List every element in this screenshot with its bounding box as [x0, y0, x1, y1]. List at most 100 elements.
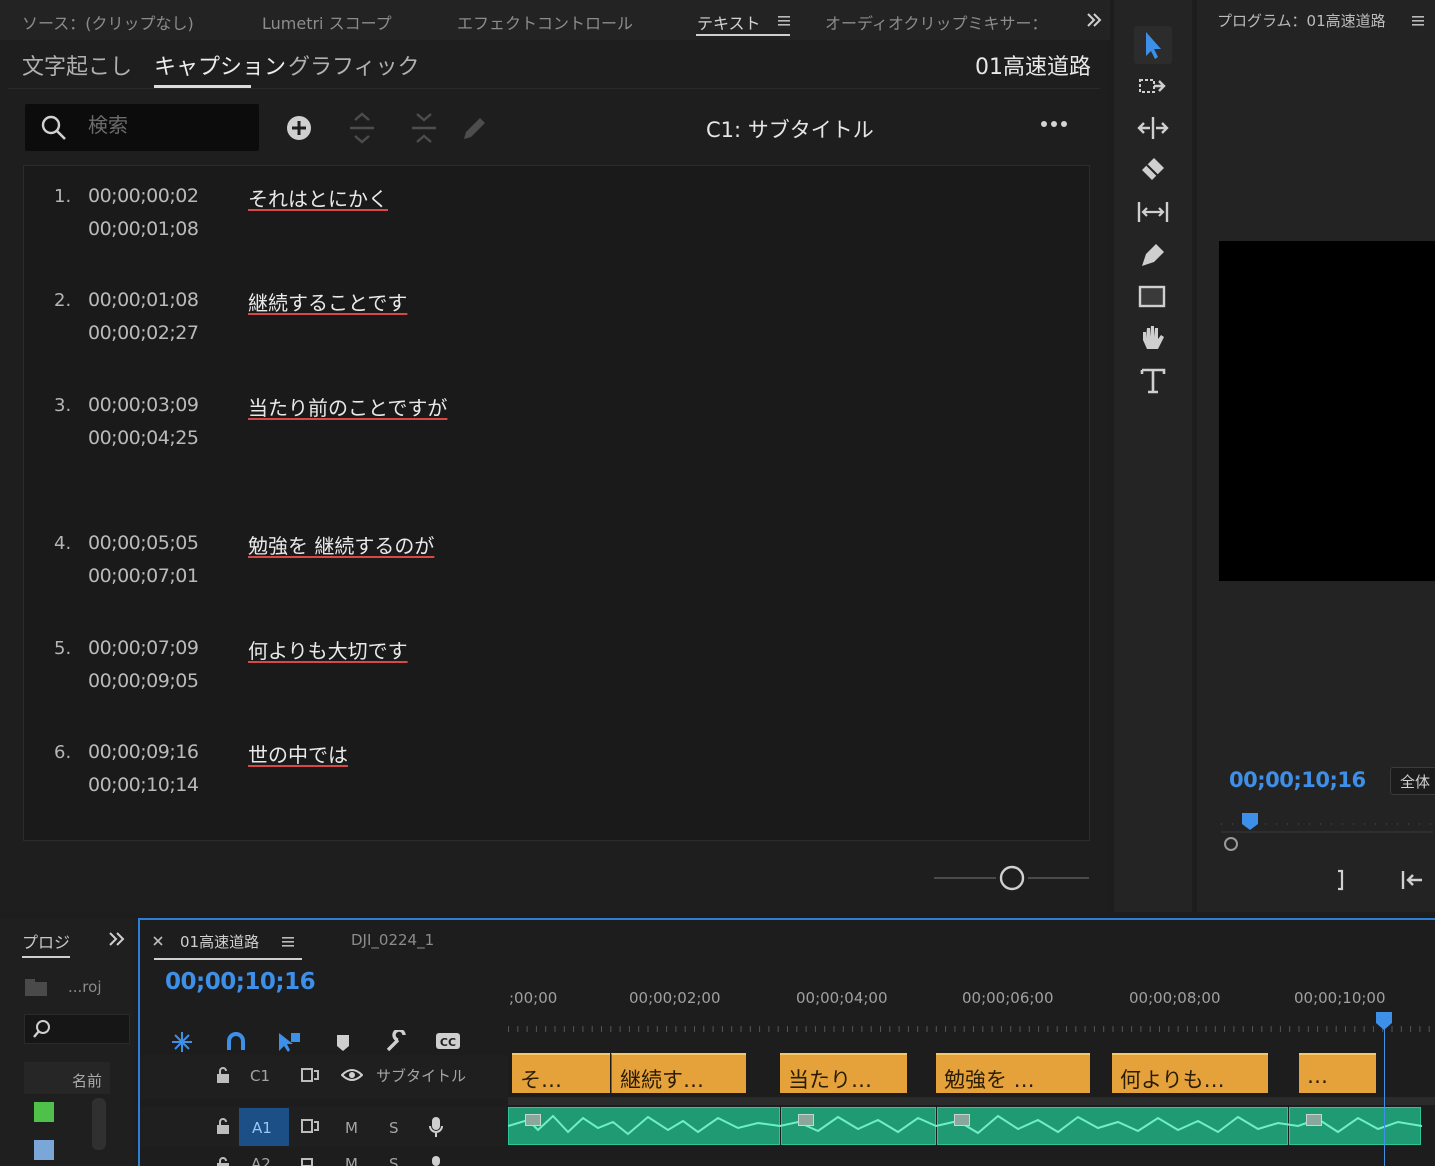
solo-track-button[interactable]: S: [389, 1155, 399, 1166]
ruler-label: 00;00;06;00: [962, 989, 1054, 1007]
rectangle-icon: [1138, 285, 1166, 308]
column-header-name[interactable]: 名前: [72, 1070, 102, 1091]
voiceover-mic-icon[interactable]: [428, 1116, 444, 1138]
edit-pencil-icon[interactable]: [460, 113, 490, 143]
project-scrollbar[interactable]: [92, 1098, 106, 1150]
caption-out-time[interactable]: 00;00;01;08: [88, 218, 199, 240]
go-to-in-icon[interactable]: [1400, 868, 1428, 892]
tab-audio-clip-mixer[interactable]: オーディオクリップミキサー：: [825, 10, 1048, 34]
caption-clip[interactable]: 継続す…: [611, 1053, 746, 1093]
selection-arrow-icon: [1146, 32, 1161, 59]
caption-text[interactable]: それはとにかく: [248, 183, 388, 212]
caption-out-time[interactable]: 00;00;07;01: [88, 565, 199, 587]
voiceover-mic-icon[interactable]: [428, 1155, 444, 1166]
track-lane-a2[interactable]: [508, 1147, 1435, 1166]
caption-in-time[interactable]: 00;00;00;02: [88, 185, 199, 207]
sequence-name: 01高速道路: [975, 55, 1091, 80]
track-name-c1[interactable]: サブタイトル: [376, 1065, 466, 1086]
caption-in-time[interactable]: 00;00;09;16: [88, 741, 199, 763]
panel-overflow-icon[interactable]: [1086, 12, 1102, 28]
caption-out-time[interactable]: 00;00;09;05: [88, 670, 199, 692]
lock-icon[interactable]: [215, 1117, 231, 1135]
track-label-a2[interactable]: A2: [251, 1155, 271, 1166]
nest-sequence-icon[interactable]: [170, 1030, 194, 1054]
lock-icon[interactable]: [215, 1157, 231, 1166]
caption-text[interactable]: 当たり前のことですが: [248, 392, 447, 421]
razor-tool[interactable]: [1134, 152, 1172, 190]
program-monitor-title[interactable]: プログラム：01高速道路: [1217, 10, 1386, 31]
eye-toggle-icon[interactable]: [341, 1068, 363, 1082]
sync-lock-icon[interactable]: [300, 1157, 320, 1166]
track-label-c1[interactable]: C1: [250, 1067, 270, 1085]
caption-text[interactable]: 何よりも大切です: [248, 635, 408, 664]
more-options-icon[interactable]: [1040, 119, 1068, 129]
caption-in-time[interactable]: 00;00;05;05: [88, 532, 199, 554]
linked-selection-icon[interactable]: [276, 1030, 302, 1054]
caption-in-time[interactable]: 00;00;03;09: [88, 394, 199, 416]
caption-in-time[interactable]: 00;00;07;09: [88, 637, 199, 659]
program-scrubber[interactable]: [1217, 810, 1435, 854]
timeline-menu-icon[interactable]: [281, 935, 295, 949]
subtab-captions[interactable]: キャプション: [154, 49, 286, 81]
mute-track-button[interactable]: M: [345, 1155, 358, 1166]
selection-tool[interactable]: [1134, 26, 1172, 64]
add-marker-icon[interactable]: [334, 1032, 352, 1054]
timeline-sequence-tab-2[interactable]: DJI_0224_1: [351, 931, 434, 949]
tab-source[interactable]: ソース：(クリップなし): [22, 10, 194, 34]
caption-out-time[interactable]: 00;00;04;25: [88, 427, 199, 449]
caption-clip[interactable]: 勉強を …: [936, 1053, 1090, 1093]
tab-lumetri-scopes[interactable]: Lumetri スコープ: [262, 10, 392, 34]
subtab-graphics[interactable]: グラフィック: [288, 49, 420, 81]
sync-lock-icon[interactable]: [300, 1067, 320, 1083]
caption-out-time[interactable]: 00;00;02;27: [88, 322, 199, 344]
fx-badge-icon: [798, 1114, 814, 1126]
split-caption-icon[interactable]: [347, 112, 377, 144]
type-tool[interactable]: [1134, 362, 1172, 400]
ripple-edit-tool[interactable]: [1134, 110, 1172, 148]
solo-track-button[interactable]: S: [389, 1119, 399, 1137]
panel-menu-icon[interactable]: [777, 14, 791, 28]
track-select-tool[interactable]: [1134, 68, 1172, 106]
caption-in-time[interactable]: 00;00;01;08: [88, 289, 199, 311]
subtab-transcript[interactable]: 文字起こし: [22, 49, 132, 81]
timeline-sequence-tab[interactable]: 01高速道路: [180, 931, 259, 952]
snap-magnet-icon[interactable]: [224, 1030, 248, 1054]
playhead-handle[interactable]: [1374, 1011, 1394, 1031]
pen-tool[interactable]: [1134, 236, 1172, 274]
lock-icon[interactable]: [215, 1066, 231, 1084]
ruler-label: 00;00;02;00: [629, 989, 721, 1007]
captions-cc-icon[interactable]: CC: [435, 1031, 461, 1051]
program-menu-icon[interactable]: [1411, 14, 1425, 28]
caption-list: [23, 165, 1090, 841]
timeline-settings-wrench-icon[interactable]: [384, 1030, 408, 1054]
project-file-name[interactable]: ...roj: [68, 978, 102, 996]
caption-clip[interactable]: そ…: [512, 1053, 610, 1093]
close-tab-icon[interactable]: [153, 936, 163, 946]
hand-tool[interactable]: [1134, 320, 1172, 358]
caption-track-label[interactable]: C1: サブタイトル: [706, 114, 874, 144]
program-video-frame[interactable]: [1219, 241, 1435, 581]
caption-clip[interactable]: …: [1299, 1053, 1376, 1093]
caption-clip[interactable]: 当たり…: [780, 1053, 907, 1093]
timeline-timecode[interactable]: 00;00;10;16: [165, 969, 316, 995]
tab-text[interactable]: テキスト: [697, 10, 761, 34]
mute-track-button[interactable]: M: [345, 1119, 358, 1137]
merge-captions-icon[interactable]: [409, 112, 439, 144]
mark-out-icon[interactable]: [1333, 868, 1351, 892]
slip-tool[interactable]: [1134, 194, 1172, 232]
tab-project[interactable]: プロジ: [22, 929, 70, 953]
search-input[interactable]: [88, 113, 248, 137]
sync-lock-icon[interactable]: [300, 1118, 320, 1134]
caption-text[interactable]: 世の中では: [248, 739, 348, 768]
tab-effect-controls[interactable]: エフェクトコントロール: [457, 10, 633, 34]
caption-text[interactable]: 勉強を 継続するのが: [248, 530, 434, 559]
caption-text[interactable]: 継続することです: [248, 287, 407, 316]
project-overflow-icon[interactable]: [108, 931, 126, 947]
add-caption-icon[interactable]: [285, 114, 313, 142]
caption-clip[interactable]: 何よりも…: [1112, 1053, 1268, 1093]
label-color-swatch: [34, 1102, 54, 1122]
text-size-slider[interactable]: [934, 864, 1090, 892]
caption-out-time[interactable]: 00;00;10;14: [88, 774, 199, 796]
program-timecode[interactable]: 00;00;10;16: [1229, 768, 1366, 792]
rectangle-tool[interactable]: [1134, 278, 1172, 316]
